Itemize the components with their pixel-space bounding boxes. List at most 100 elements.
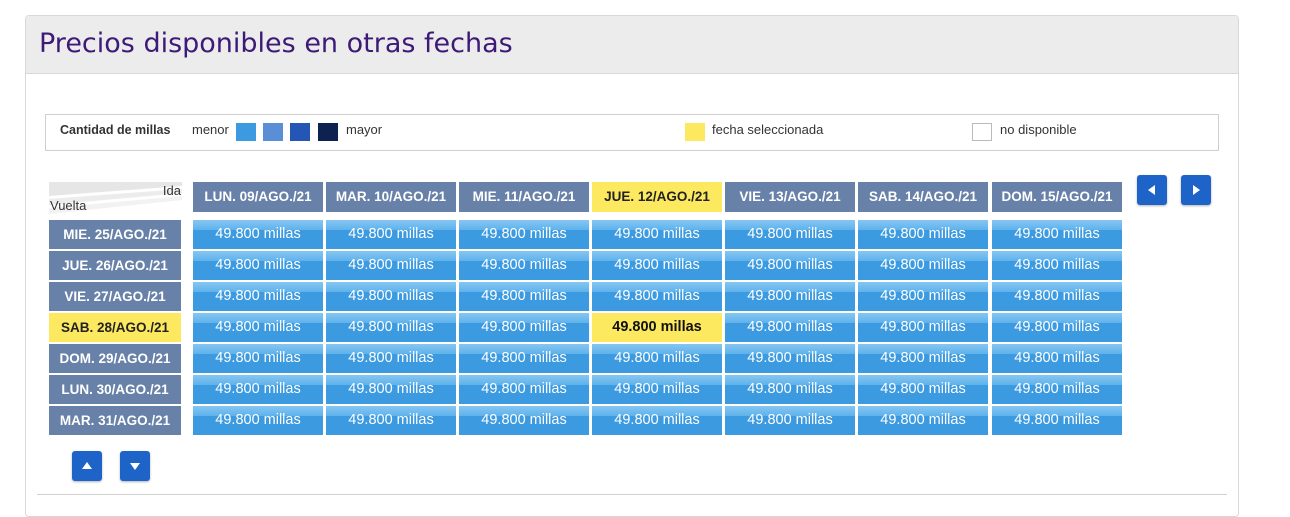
price-cell[interactable]: 49.800 millas — [193, 282, 323, 311]
price-cell[interactable]: 49.800 millas — [193, 251, 323, 280]
caret-up-icon — [82, 462, 92, 469]
price-cell[interactable]: 49.800 millas — [592, 282, 722, 311]
caret-right-icon — [1193, 185, 1200, 195]
return-label: Vuelta — [50, 198, 87, 213]
price-cell[interactable]: 49.800 millas — [459, 375, 589, 404]
price-cell[interactable]: 49.800 millas — [725, 375, 855, 404]
price-cell[interactable]: 49.800 millas — [326, 344, 456, 373]
price-cell[interactable]: 49.800 millas — [459, 313, 589, 342]
next-return-week-button[interactable] — [120, 451, 150, 481]
price-label: 49.800 millas — [747, 257, 833, 273]
outbound-date-header: MIE. 11/AGO./21 — [459, 182, 589, 212]
price-label: 49.800 millas — [614, 412, 700, 428]
price-cell[interactable]: 49.800 millas — [992, 313, 1122, 342]
price-label: 49.800 millas — [880, 319, 966, 335]
price-cell[interactable]: 49.800 millas — [193, 344, 323, 373]
price-cell[interactable]: 49.800 millas — [992, 375, 1122, 404]
price-label: 49.800 millas — [747, 226, 833, 242]
price-cell[interactable]: 49.800 millas — [459, 251, 589, 280]
price-label: 49.800 millas — [1014, 381, 1100, 397]
price-cell[interactable]: 49.800 millas — [326, 375, 456, 404]
price-cell[interactable]: 49.800 millas — [193, 406, 323, 435]
legend-unavailable-swatch — [972, 123, 992, 141]
outbound-label: Ida — [162, 183, 181, 198]
price-cell[interactable]: 49.800 millas — [326, 220, 456, 249]
price-cell[interactable]: 49.800 millas — [326, 406, 456, 435]
price-label: 49.800 millas — [215, 381, 301, 397]
price-cell[interactable]: 49.800 millas — [592, 251, 722, 280]
price-cell[interactable]: 49.800 millas — [992, 282, 1122, 311]
return-date-header: LUN. 30/AGO./21 — [49, 375, 181, 404]
price-cell[interactable]: 49.800 millas — [858, 282, 988, 311]
price-label: 49.800 millas — [481, 412, 567, 428]
price-cell[interactable]: 49.800 millas — [326, 282, 456, 311]
price-cell[interactable]: 49.800 millas — [858, 220, 988, 249]
panel-header: Precios disponibles en otras fechas — [26, 16, 1238, 74]
price-label: 49.800 millas — [614, 381, 700, 397]
outbound-date-header: SAB. 14/AGO./21 — [858, 182, 988, 212]
return-date-header: DOM. 29/AGO./21 — [49, 344, 181, 373]
return-date-header: JUE. 26/AGO./21 — [49, 251, 181, 280]
price-cell[interactable]: 49.800 millas — [725, 344, 855, 373]
price-label: 49.800 millas — [1014, 288, 1100, 304]
price-label: 49.800 millas — [880, 257, 966, 273]
price-label: 49.800 millas — [481, 381, 567, 397]
price-cell[interactable]: 49.800 millas — [592, 375, 722, 404]
price-label: 49.800 millas — [215, 412, 301, 428]
price-cell[interactable]: 49.800 millas — [858, 406, 988, 435]
price-cell[interactable]: 49.800 millas — [193, 220, 323, 249]
price-label: 49.800 millas — [747, 381, 833, 397]
legend-swatch-4 — [318, 123, 338, 141]
price-cell[interactable]: 49.800 millas — [459, 282, 589, 311]
price-label: 49.800 millas — [880, 412, 966, 428]
price-label: 49.800 millas — [1014, 412, 1100, 428]
price-cell[interactable]: 49.800 millas — [725, 251, 855, 280]
price-cell[interactable]: 49.800 millas — [725, 313, 855, 342]
price-label: 49.800 millas — [612, 319, 702, 335]
price-label: 49.800 millas — [880, 288, 966, 304]
price-cell[interactable]: 49.800 millas — [459, 406, 589, 435]
price-label: 49.800 millas — [481, 257, 567, 273]
price-cell[interactable]: 49.800 millas — [193, 313, 323, 342]
next-week-button[interactable] — [1181, 175, 1211, 205]
price-cell[interactable]: 49.800 millas — [459, 344, 589, 373]
price-cell[interactable]: 49.800 millas — [858, 313, 988, 342]
price-cell[interactable]: 49.800 millas — [858, 251, 988, 280]
price-label: 49.800 millas — [1014, 257, 1100, 273]
price-cell[interactable]: 49.800 millas — [858, 375, 988, 404]
price-cell[interactable]: 49.800 millas — [326, 251, 456, 280]
price-cell[interactable]: 49.800 millas — [193, 375, 323, 404]
price-cell[interactable]: 49.800 millas — [326, 313, 456, 342]
price-label: 49.800 millas — [215, 350, 301, 366]
price-cell[interactable]: 49.800 millas — [592, 344, 722, 373]
price-cell[interactable]: 49.800 millas — [592, 220, 722, 249]
price-cell[interactable]: 49.800 millas — [992, 251, 1122, 280]
price-cell[interactable]: 49.800 millas — [725, 406, 855, 435]
price-label: 49.800 millas — [880, 381, 966, 397]
legend-swatch-3 — [290, 123, 310, 141]
price-label: 49.800 millas — [481, 350, 567, 366]
price-cell[interactable]: 49.800 millas — [858, 344, 988, 373]
prev-return-week-button[interactable] — [72, 451, 102, 481]
price-label: 49.800 millas — [1014, 226, 1100, 242]
price-cell[interactable]: 49.800 millas — [725, 282, 855, 311]
price-cell[interactable]: 49.800 millas — [992, 220, 1122, 249]
price-cell[interactable]: 49.800 millas — [592, 406, 722, 435]
legend-swatch-1 — [236, 123, 256, 141]
legend-selected-label: fecha seleccionada — [712, 122, 824, 137]
price-label: 49.800 millas — [747, 319, 833, 335]
price-label: 49.800 millas — [614, 226, 700, 242]
price-cell[interactable]: 49.800 millas — [459, 220, 589, 249]
price-label: 49.800 millas — [1014, 319, 1100, 335]
prev-week-button[interactable] — [1137, 175, 1167, 205]
outbound-date-header: VIE. 13/AGO./21 — [725, 182, 855, 212]
price-cell[interactable]: 49.800 millas — [992, 406, 1122, 435]
price-cell[interactable]: 49.800 millas — [725, 220, 855, 249]
outbound-date-header: JUE. 12/AGO./21 — [592, 182, 722, 212]
price-cell-selected[interactable]: 49.800 millas — [592, 313, 722, 342]
price-label: 49.800 millas — [348, 319, 434, 335]
price-label: 49.800 millas — [614, 288, 700, 304]
divider — [37, 494, 1227, 495]
legend-unavailable-label: no disponible — [1000, 122, 1077, 137]
price-cell[interactable]: 49.800 millas — [992, 344, 1122, 373]
